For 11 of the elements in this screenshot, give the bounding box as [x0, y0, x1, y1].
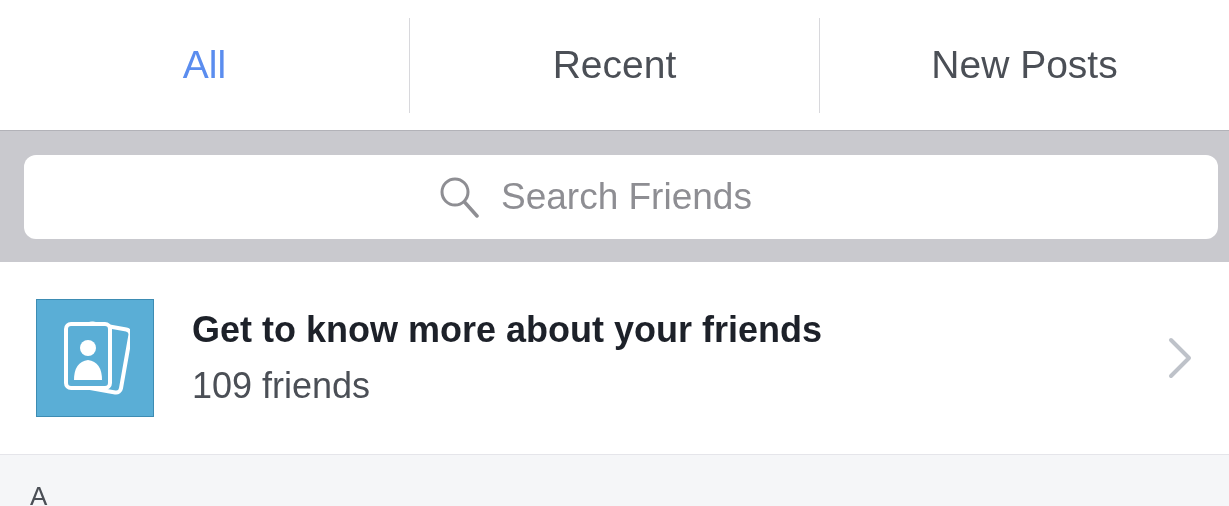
- friend-count: 109 friends: [192, 365, 372, 407]
- search-input[interactable]: Search Friends: [499, 174, 803, 219]
- tab[interactable]: Recent: [548, 43, 681, 87]
- search-field[interactable]: Search Friends: [24, 154, 1218, 239]
- promo-title: Get to know more about your friends: [192, 309, 824, 351]
- search-icon: [439, 175, 479, 218]
- section-header: A: [30, 481, 48, 506]
- chevron-right-icon: [1167, 337, 1193, 379]
- tab[interactable]: New Posts: [927, 43, 1122, 87]
- friends-promo-row[interactable]: Get to know more about your friends 109 friends: [0, 262, 1229, 455]
- contact-cards-icon: [36, 299, 154, 417]
